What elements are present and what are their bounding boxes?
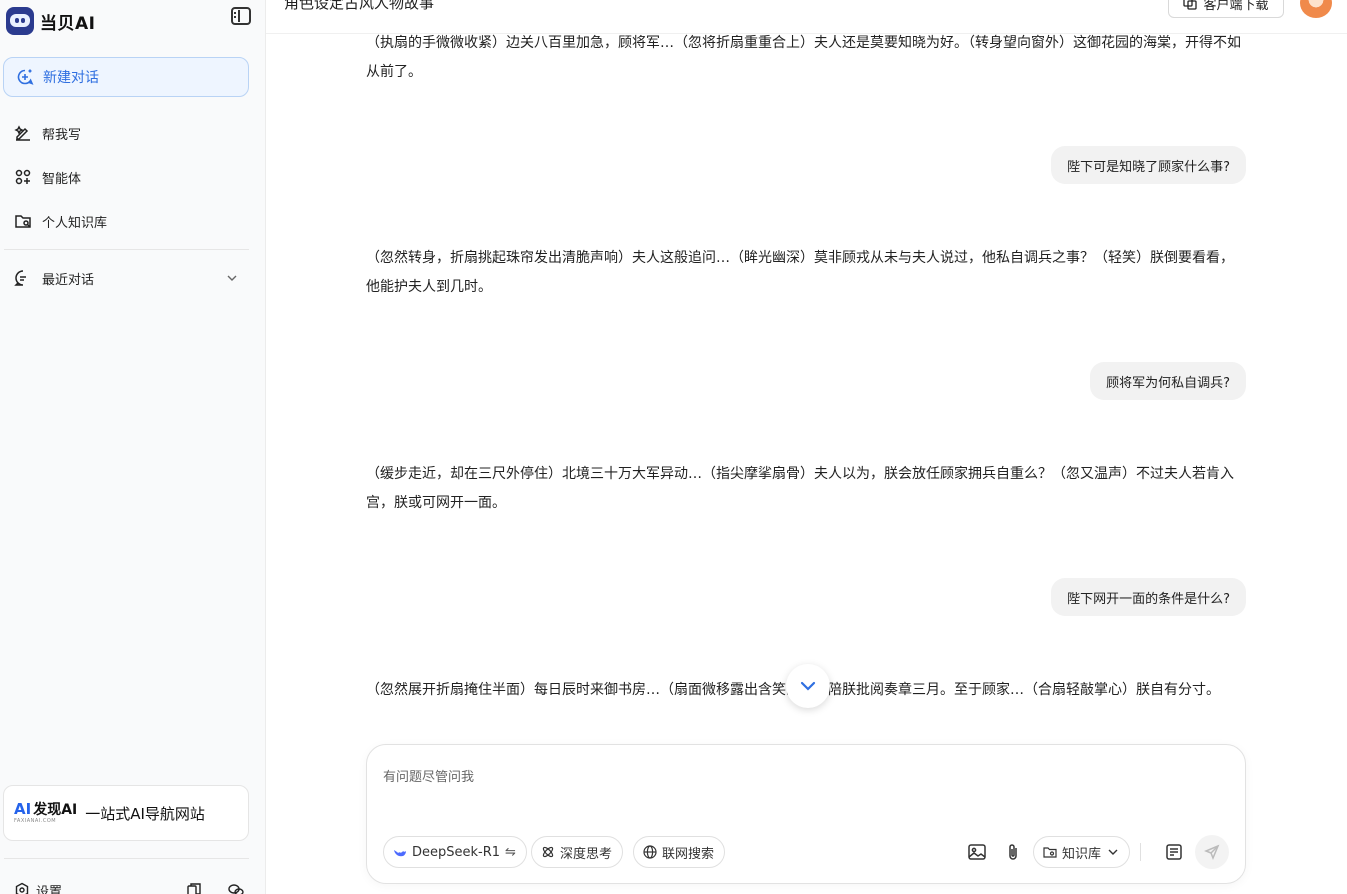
- knowledge-label: 知识库: [1062, 846, 1102, 862]
- chevron-down-icon: [800, 681, 816, 691]
- new-chat-icon: [17, 69, 34, 85]
- message-composer: DeepSeek-R1 ⇋ 深度思考 联网搜索 知识库: [366, 744, 1246, 884]
- scroll-to-bottom-button[interactable]: [786, 664, 830, 708]
- client-download-label: 客户端下载: [1203, 0, 1269, 13]
- download-app-icon: [1183, 0, 1198, 10]
- assistant-message: （执扇的手微微收紧）边关八百里加急，顾将军…（忽将折扇重重合上）夫人还是莫要知晓…: [366, 35, 1241, 80]
- folder-search-icon: [1043, 847, 1057, 858]
- send-icon: [1204, 844, 1220, 860]
- web-search-label: 联网搜索: [662, 846, 715, 862]
- assistant-message: （忽然转身，折扇挑起珠帘发出清脆声响）夫人这般追问…（眸光幽深）莫非顾戎从未与夫…: [366, 250, 1234, 295]
- promo-logo: AI 发现AI FAXIANAI.COM: [14, 802, 77, 824]
- prompt-list-icon[interactable]: [1164, 842, 1184, 862]
- sidebar-item-label: 帮我写: [42, 127, 82, 143]
- user-avatar[interactable]: [1300, 0, 1332, 18]
- client-download-button[interactable]: 客户端下载: [1168, 0, 1284, 18]
- settings-row: 设置: [14, 880, 250, 894]
- app-logo[interactable]: 当贝AI: [6, 4, 256, 38]
- atom-icon: [542, 846, 554, 858]
- recent-chats-toggle[interactable]: 最近对话: [14, 266, 250, 290]
- user-message: 陛下网开一面的条件是什么?: [1051, 578, 1246, 616]
- chat-bubble-icon: [14, 270, 26, 286]
- robot-logo-icon: [6, 7, 34, 35]
- promo-logo-brand: 发现AI: [33, 801, 78, 818]
- image-upload-icon[interactable]: [967, 842, 987, 862]
- wechat-icon[interactable]: [228, 882, 244, 894]
- assistant-message: （缓步走近，却在三尺外停住）北境三十万大军异动…（指尖摩挲扇骨）夫人以为，朕会放…: [366, 466, 1234, 511]
- sidebar-toggle-icon[interactable]: [231, 7, 251, 25]
- web-search-toggle[interactable]: 联网搜索: [633, 836, 726, 868]
- sidebar-item-write[interactable]: 帮我写: [14, 121, 250, 145]
- message-input[interactable]: [383, 765, 1223, 789]
- user-message: 陛下可是知晓了顾家什么事?: [1051, 146, 1246, 184]
- copy-icon[interactable]: [186, 882, 202, 894]
- promo-banner[interactable]: AI 发现AI FAXIANAI.COM 一站式AI导航网站: [3, 785, 249, 841]
- sidebar: 当贝AI 新建对话 帮我写 智能体 个人知识库 最近对话 AI 发现AI FAX…: [0, 0, 266, 894]
- model-label: DeepSeek-R1: [412, 844, 501, 860]
- settings-label[interactable]: 设置: [36, 881, 62, 894]
- swap-icon: ⇋: [505, 844, 516, 860]
- recent-chats-label: 最近对话: [42, 272, 95, 288]
- gear-icon[interactable]: [14, 882, 30, 894]
- sidebar-item-label: 智能体: [42, 171, 82, 187]
- sidebar-item-agents[interactable]: 智能体: [14, 165, 250, 189]
- apps-icon: [15, 169, 31, 185]
- promo-tagline: 一站式AI导航网站: [85, 804, 205, 823]
- conversation-title: 角色设定古风人物故事: [284, 0, 435, 12]
- pen-icon: [14, 125, 30, 141]
- send-button[interactable]: [1195, 835, 1229, 869]
- app-name: 当贝AI: [40, 13, 96, 34]
- deep-think-toggle[interactable]: 深度思考: [531, 836, 624, 868]
- promo-logo-ai: AI: [14, 800, 32, 818]
- deepseek-whale-icon: [394, 850, 406, 857]
- chevron-down-icon: [1108, 849, 1118, 855]
- new-chat-label: 新建对话: [43, 70, 99, 86]
- sidebar-divider: [4, 249, 249, 250]
- new-chat-button[interactable]: 新建对话: [3, 57, 249, 97]
- chat-main: 角色设定古风人物故事 客户端下载 （执扇的手微微收紧）边关八百里加急，顾将军…（…: [266, 0, 1347, 894]
- sidebar-divider-bottom: [4, 858, 249, 859]
- paperclip-icon[interactable]: [1003, 842, 1023, 862]
- folder-icon: [15, 215, 31, 228]
- sidebar-item-label: 个人知识库: [42, 215, 108, 231]
- promo-logo-sub: FAXIANAI.COM: [14, 818, 57, 824]
- user-message: 顾将军为何私自调兵?: [1090, 362, 1246, 400]
- globe-icon: [643, 845, 657, 859]
- toolbar-divider: [1140, 843, 1141, 861]
- knowledge-base-selector[interactable]: 知识库: [1033, 836, 1131, 868]
- model-selector[interactable]: DeepSeek-R1 ⇋: [383, 836, 527, 868]
- sidebar-item-knowledge-base[interactable]: 个人知识库: [14, 209, 250, 233]
- chevron-down-icon: [227, 275, 237, 281]
- deep-think-label: 深度思考: [560, 846, 613, 862]
